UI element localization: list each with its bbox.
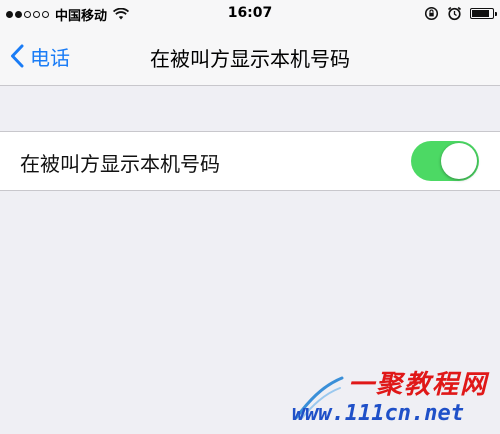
settings-group: 在被叫方显示本机号码 [0, 131, 500, 191]
page-title: 在被叫方显示本机号码 [150, 47, 350, 71]
show-caller-id-toggle[interactable] [411, 141, 479, 181]
show-caller-id-label: 在被叫方显示本机号码 [20, 152, 220, 176]
navigation-bar: 电话 在被叫方显示本机号码 [0, 28, 500, 86]
status-right [424, 6, 497, 21]
status-bar: 中国移动 16:07 [0, 0, 500, 28]
watermark-title: 一聚教程网 [347, 370, 488, 400]
watermark-url: www.111cn.net [291, 401, 464, 426]
rotation-lock-icon [424, 6, 439, 21]
battery-icon [470, 8, 497, 19]
toggle-knob [441, 143, 477, 179]
watermark: 一聚教程网 www.111cn.net [291, 364, 494, 428]
alarm-icon [447, 6, 462, 21]
